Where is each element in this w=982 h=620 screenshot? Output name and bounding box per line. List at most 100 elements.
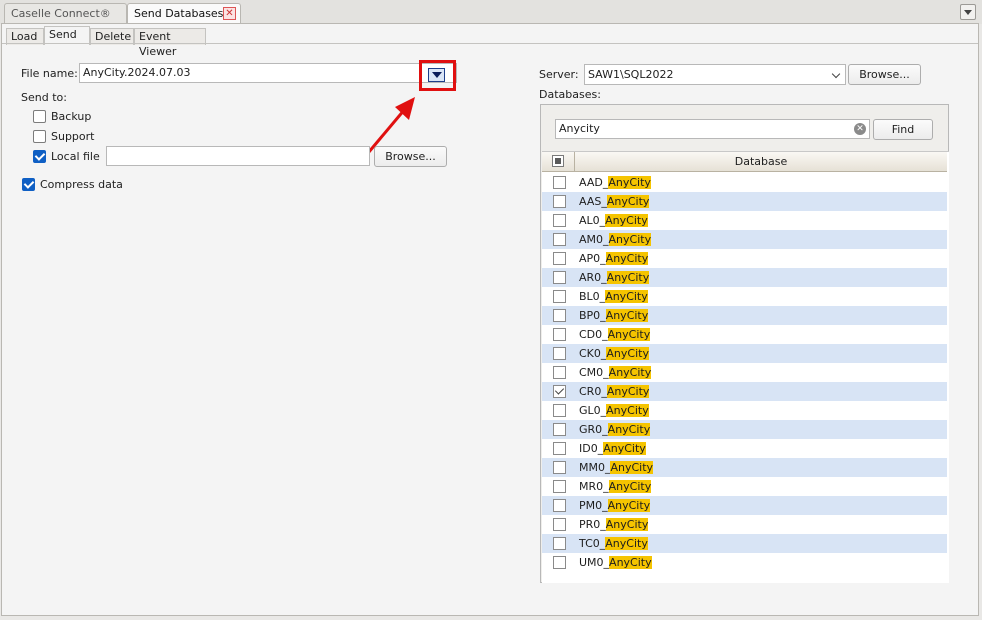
row-checkbox[interactable] bbox=[553, 195, 566, 208]
local-file-browse-button[interactable]: Browse... bbox=[374, 146, 447, 167]
find-button[interactable]: Find bbox=[873, 119, 933, 140]
tab-send-databases[interactable]: Send Databases ✕ bbox=[127, 3, 241, 25]
select-all-checkbox[interactable] bbox=[552, 155, 564, 167]
tab-divider bbox=[2, 43, 978, 44]
database-name: MR0_AnyCity bbox=[579, 477, 652, 496]
search-value: Anycity bbox=[559, 122, 600, 135]
table-row[interactable]: CK0_AnyCity bbox=[542, 344, 947, 363]
table-row[interactable]: AR0_AnyCity bbox=[542, 268, 947, 287]
annotation-highlight-box bbox=[419, 60, 456, 91]
table-row[interactable]: MR0_AnyCity bbox=[542, 477, 947, 496]
database-prefix: AAD_ bbox=[579, 176, 609, 189]
file-name-input[interactable]: AnyCity.2024.07.03 bbox=[79, 63, 457, 83]
database-prefix: TC0_ bbox=[579, 537, 606, 550]
table-row[interactable]: PM0_AnyCity bbox=[542, 496, 947, 515]
row-checkbox[interactable] bbox=[553, 252, 566, 265]
search-match-highlight: AnyCity bbox=[606, 271, 650, 284]
table-row[interactable]: BL0_AnyCity bbox=[542, 287, 947, 306]
table-row[interactable]: CD0_AnyCity bbox=[542, 325, 947, 344]
search-match-highlight: AnyCity bbox=[606, 385, 650, 398]
search-match-highlight: AnyCity bbox=[605, 252, 649, 265]
search-match-highlight: AnyCity bbox=[608, 176, 651, 189]
database-name: AR0_AnyCity bbox=[579, 268, 650, 287]
close-icon[interactable]: ✕ bbox=[223, 7, 236, 20]
row-checkbox[interactable] bbox=[553, 442, 566, 455]
table-row[interactable]: BP0_AnyCity bbox=[542, 306, 947, 325]
database-prefix: PM0_ bbox=[579, 499, 608, 512]
row-checkbox[interactable] bbox=[553, 556, 566, 569]
tab-event-viewer-label: Event Viewer bbox=[139, 30, 177, 58]
search-match-highlight: AnyCity bbox=[605, 214, 648, 227]
databases-group: Anycity ✕ Find Database AAD_AnyCity AAS_A… bbox=[540, 104, 949, 583]
row-checkbox[interactable] bbox=[553, 518, 566, 531]
row-checkbox[interactable] bbox=[553, 480, 566, 493]
search-match-highlight: AnyCity bbox=[608, 480, 652, 493]
row-checkbox[interactable] bbox=[553, 537, 566, 550]
tab-delete-label: Delete bbox=[95, 30, 132, 43]
database-name: CK0_AnyCity bbox=[579, 344, 649, 363]
database-prefix: ID0_ bbox=[579, 442, 604, 455]
support-checkbox[interactable] bbox=[33, 130, 46, 143]
server-label: Server: bbox=[539, 68, 579, 81]
backup-checkbox[interactable] bbox=[33, 110, 46, 123]
table-row[interactable]: PR0_AnyCity bbox=[542, 515, 947, 534]
tab-send-label: Send bbox=[49, 28, 77, 41]
row-checkbox[interactable] bbox=[553, 461, 566, 474]
database-prefix: CD0_ bbox=[579, 328, 608, 341]
database-name: BP0_AnyCity bbox=[579, 306, 649, 325]
row-checkbox[interactable] bbox=[553, 347, 566, 360]
grid-header: Database bbox=[542, 152, 947, 172]
row-checkbox[interactable] bbox=[553, 290, 566, 303]
table-row[interactable]: AP0_AnyCity bbox=[542, 249, 947, 268]
server-select[interactable]: SAW1\SQL2022 bbox=[584, 64, 846, 85]
local-file-checkbox[interactable] bbox=[33, 150, 46, 163]
table-row[interactable]: MM0_AnyCity bbox=[542, 458, 947, 477]
local-file-input[interactable] bbox=[106, 146, 370, 166]
database-prefix: AAS_ bbox=[579, 195, 607, 208]
table-row[interactable]: TC0_AnyCity bbox=[542, 534, 947, 553]
database-prefix: MR0_ bbox=[579, 480, 609, 493]
table-row[interactable]: AAS_AnyCity bbox=[542, 192, 947, 211]
compress-data-checkbox[interactable] bbox=[22, 178, 35, 191]
table-row[interactable]: CR0_AnyCity bbox=[542, 382, 947, 401]
server-browse-button[interactable]: Browse... bbox=[848, 64, 921, 85]
database-name: BL0_AnyCity bbox=[579, 287, 648, 306]
search-match-highlight: AnyCity bbox=[606, 404, 649, 417]
row-checkbox[interactable] bbox=[553, 366, 566, 379]
row-checkbox[interactable] bbox=[553, 404, 566, 417]
database-search-input[interactable]: Anycity ✕ bbox=[555, 119, 870, 139]
table-row[interactable]: CM0_AnyCity bbox=[542, 363, 947, 382]
row-checkbox[interactable] bbox=[553, 423, 566, 436]
tab-menu-dropdown-icon[interactable] bbox=[960, 4, 976, 20]
database-prefix: AM0_ bbox=[579, 233, 609, 246]
row-checkbox[interactable] bbox=[553, 499, 566, 512]
table-row[interactable]: AAD_AnyCity bbox=[542, 173, 947, 192]
search-match-highlight: AnyCity bbox=[606, 195, 650, 208]
database-name: ID0_AnyCity bbox=[579, 439, 646, 458]
row-checkbox[interactable] bbox=[553, 328, 566, 341]
search-match-highlight: AnyCity bbox=[609, 556, 652, 569]
row-checkbox[interactable] bbox=[553, 309, 566, 322]
database-prefix: CK0_ bbox=[579, 347, 607, 360]
table-row[interactable]: UM0_AnyCity bbox=[542, 553, 947, 572]
row-checkbox[interactable] bbox=[553, 271, 566, 284]
table-row[interactable]: ID0_AnyCity bbox=[542, 439, 947, 458]
database-prefix: MM0_ bbox=[579, 461, 611, 474]
table-row[interactable]: GR0_AnyCity bbox=[542, 420, 947, 439]
database-column-header[interactable]: Database bbox=[575, 152, 947, 172]
row-checkbox[interactable] bbox=[553, 385, 566, 398]
tab-load-label: Load bbox=[11, 30, 38, 43]
clear-search-icon[interactable]: ✕ bbox=[854, 123, 866, 135]
database-name: AM0_AnyCity bbox=[579, 230, 652, 249]
row-checkbox[interactable] bbox=[553, 233, 566, 246]
row-checkbox[interactable] bbox=[553, 176, 566, 189]
table-row[interactable]: AL0_AnyCity bbox=[542, 211, 947, 230]
search-match-highlight: AnyCity bbox=[607, 328, 651, 341]
row-checkbox[interactable] bbox=[553, 214, 566, 227]
table-row[interactable]: AM0_AnyCity bbox=[542, 230, 947, 249]
tab-caselle-connect[interactable]: Caselle Connect® bbox=[4, 3, 127, 24]
databases-label: Databases: bbox=[539, 88, 601, 101]
search-match-highlight: AnyCity bbox=[608, 233, 652, 246]
backup-label: Backup bbox=[51, 110, 92, 123]
table-row[interactable]: GL0_AnyCity bbox=[542, 401, 947, 420]
